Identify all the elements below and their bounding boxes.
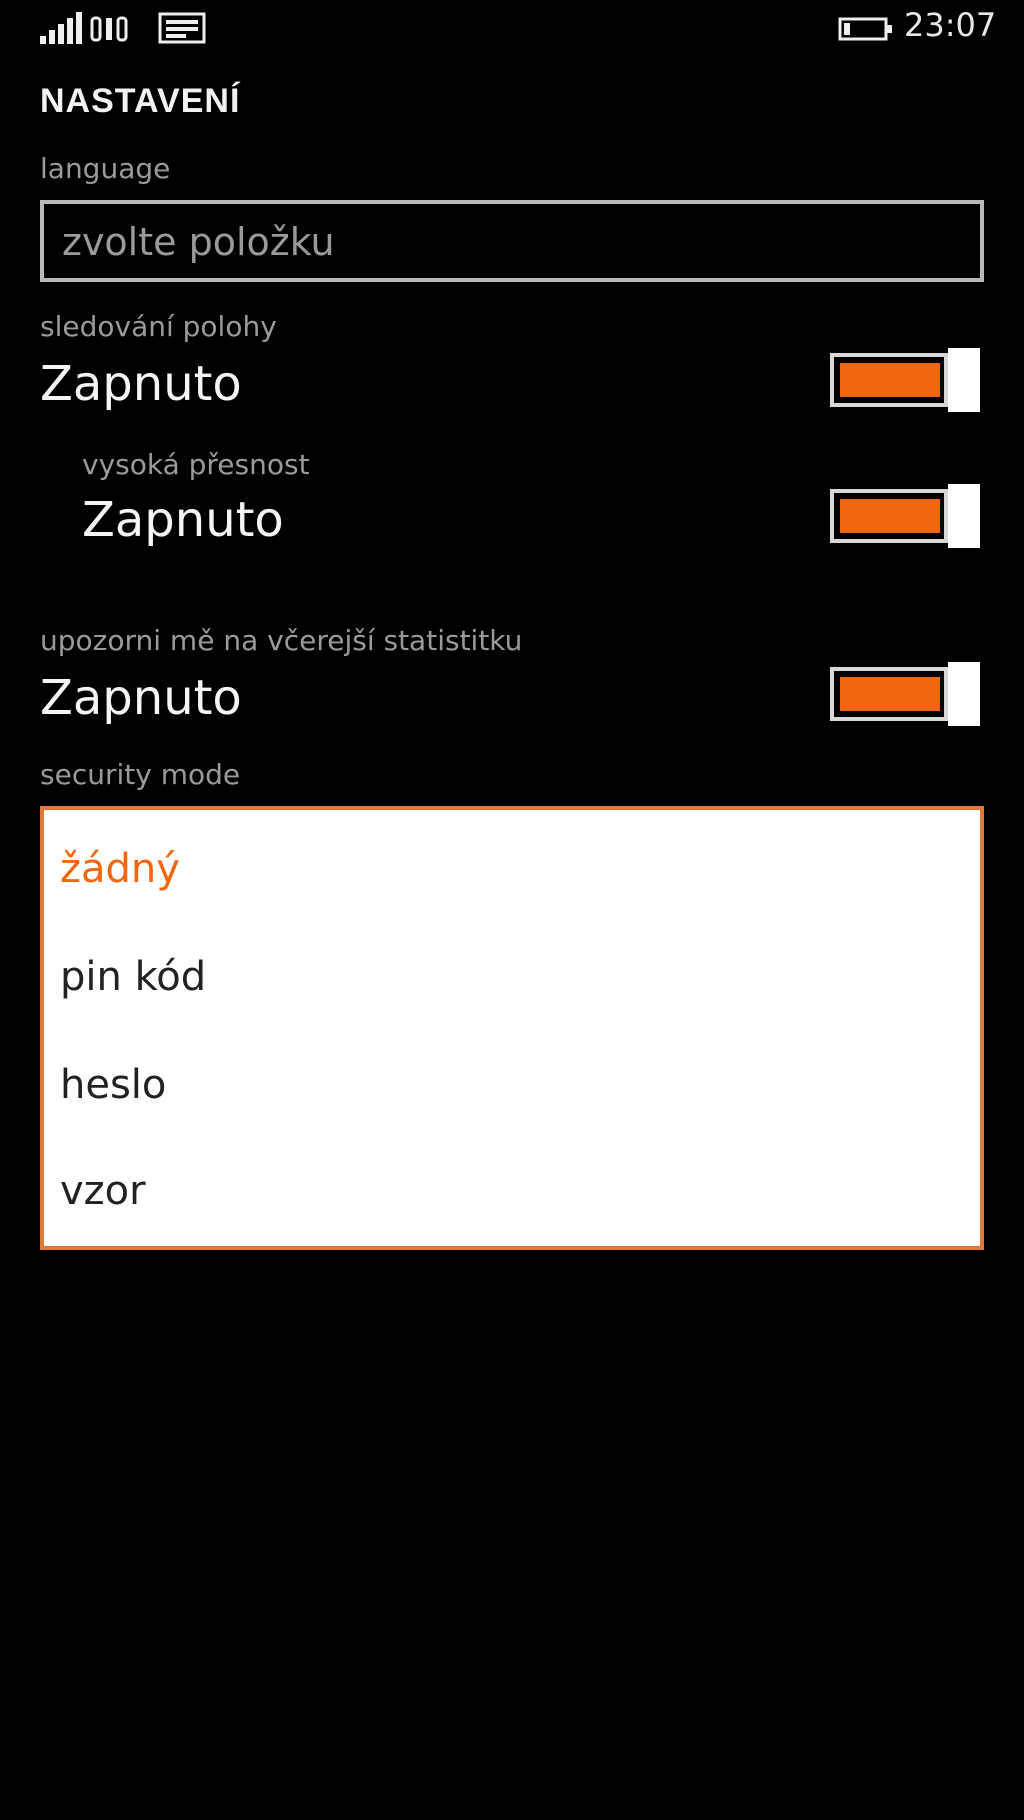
toggle-fill [840,499,940,533]
toggle-fill [840,677,940,711]
page-title: NASTAVENÍ [40,82,241,120]
status-bar: 23:07 [0,0,1024,60]
message-icon [158,12,206,44]
toggle-thumb[interactable] [948,484,980,548]
language-label: language [40,152,171,185]
high-accuracy-value: Zapnuto [82,492,284,548]
security-option-pattern[interactable]: vzor [60,1168,146,1214]
security-mode-list[interactable]: žádný pin kód heslo vzor [40,806,984,1250]
security-option-password[interactable]: heslo [60,1062,166,1108]
toggle-fill [840,363,940,397]
location-tracking-toggle[interactable] [830,348,980,412]
security-option-pin[interactable]: pin kód [60,954,206,1000]
notify-stats-toggle[interactable] [830,662,980,726]
signal-bars-icon [40,12,128,44]
high-accuracy-toggle[interactable] [830,484,980,548]
notify-stats-value: Zapnuto [40,670,242,726]
clock: 23:07 [904,6,997,44]
toggle-thumb[interactable] [948,348,980,412]
location-tracking-label: sledování polohy [40,310,277,343]
toggle-thumb[interactable] [948,662,980,726]
language-picker[interactable]: zvolte položku [40,200,984,282]
security-option-none[interactable]: žádný [60,846,180,892]
language-placeholder: zvolte položku [62,220,335,264]
notify-stats-label: upozorni mě na včerejší statistitku [40,624,523,657]
battery-icon [838,17,892,41]
location-tracking-value: Zapnuto [40,356,242,412]
high-accuracy-label: vysoká přesnost [82,448,310,481]
security-mode-label: security mode [40,758,241,791]
